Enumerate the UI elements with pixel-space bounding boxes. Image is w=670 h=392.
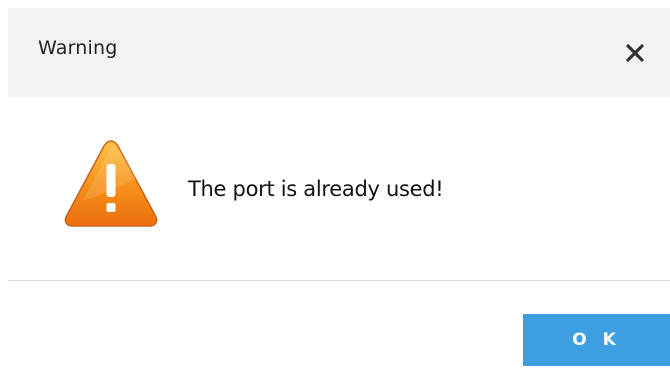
- dialog-body: The port is already used!: [8, 97, 670, 280]
- ok-button[interactable]: O K: [523, 314, 670, 366]
- warning-triangle-icon: [64, 140, 158, 227]
- dialog-title: Warning: [38, 37, 118, 59]
- warning-dialog: Warning The port is already used! O K: [8, 8, 670, 392]
- close-icon: [626, 44, 644, 62]
- close-button[interactable]: [622, 40, 648, 66]
- dialog-message: The port is already used!: [188, 177, 444, 201]
- dialog-divider: [8, 280, 670, 281]
- dialog-titlebar: Warning: [8, 8, 670, 97]
